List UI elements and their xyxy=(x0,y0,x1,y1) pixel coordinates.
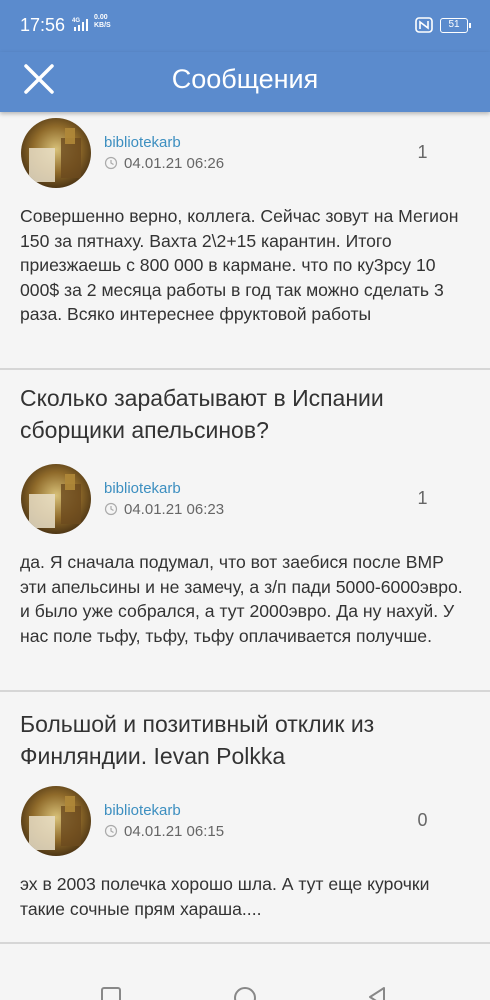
message-card[interactable]: Сколько зарабатывают в Испании сборщики … xyxy=(0,370,490,690)
network-speed: 0.00 KB/S xyxy=(94,14,111,30)
network-speed-unit: KB/S xyxy=(94,22,111,29)
message-card[interactable]: bibliotekarb 04.01.21 06:26 1 Совершенно… xyxy=(0,112,490,368)
post-date: 04.01.21 06:23 xyxy=(124,501,225,518)
author-link[interactable]: bibliotekarb xyxy=(104,134,181,151)
avatar[interactable] xyxy=(21,464,91,534)
post-date: 04.01.21 06:15 xyxy=(124,823,225,840)
message-card[interactable]: Большой и позитивный отклик из Финляндии… xyxy=(0,692,490,942)
thread-title-link[interactable]: Большой и позитивный отклик из Финляндии… xyxy=(20,708,475,772)
recents-square-icon[interactable] xyxy=(100,986,122,1000)
clock-icon xyxy=(104,156,118,170)
messages-feed[interactable]: bibliotekarb 04.01.21 06:26 1 Совершенно… xyxy=(0,112,490,960)
status-bar: 17:56 4G 0.00 KB/S 51 xyxy=(0,0,490,52)
status-time: 17:56 xyxy=(20,15,66,35)
author-link[interactable]: bibliotekarb xyxy=(104,480,181,497)
rating-count: 1 xyxy=(417,488,428,508)
thread-title-link[interactable]: Сколько зарабатывают в Испании сборщики … xyxy=(20,382,475,446)
rating-count: 1 xyxy=(417,142,428,162)
message-body: эх в 2003 полечка хорошо шла. А тут еще … xyxy=(20,874,430,919)
divider xyxy=(0,942,490,944)
home-circle-icon[interactable] xyxy=(233,986,257,1000)
clock-icon xyxy=(104,502,118,516)
post-date: 04.01.21 06:26 xyxy=(124,155,225,172)
nfc-icon xyxy=(415,17,433,33)
network-type-label: 4G xyxy=(72,18,80,24)
signal-icon: 4G xyxy=(72,18,88,31)
avatar[interactable] xyxy=(21,118,91,188)
message-body: да. Я сначала подумал, что вот заебися п… xyxy=(20,552,463,646)
author-link[interactable]: bibliotekarb xyxy=(104,802,181,819)
network-speed-value: 0.00 xyxy=(94,14,108,21)
system-nav-bar xyxy=(0,960,490,1000)
clock-icon xyxy=(104,824,118,838)
message-body: Совершенно верно, коллега. Сейчас зовут … xyxy=(20,206,459,324)
rating-count: 0 xyxy=(417,810,428,830)
page-title: Сообщения xyxy=(171,64,319,94)
back-triangle-icon[interactable] xyxy=(366,986,388,1000)
app-bar: Сообщения xyxy=(0,52,490,112)
avatar[interactable] xyxy=(21,786,91,856)
battery-indicator: 51 xyxy=(440,18,471,33)
